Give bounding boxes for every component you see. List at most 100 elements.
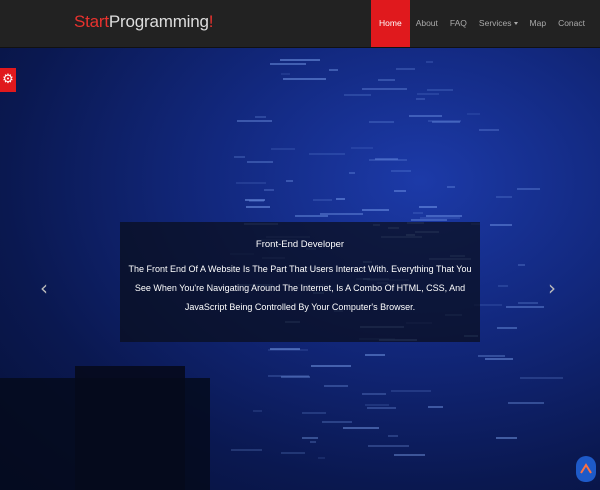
nav-services-label: Services [478,18,512,28]
code-line-decoration [285,179,294,182]
code-line-decoration [408,115,442,118]
code-line-decoration [302,437,318,440]
code-line-decoration [245,205,271,208]
code-line-decoration [413,211,423,214]
code-line-decoration [367,444,409,447]
code-line-decoration [349,171,356,174]
code-line-decoration [391,390,431,393]
chevron-down-icon [513,22,518,26]
code-line-decoration [368,120,395,123]
code-line-decoration [247,160,273,163]
code-line-decoration [361,393,386,396]
code-line-decoration [369,158,407,161]
code-line-decoration [270,63,306,66]
brand-part-exclamation: ! [208,12,214,31]
hero-description: The Front End Of A Website Is The Part T… [128,264,472,312]
code-line-decoration [280,72,290,75]
nav-home[interactable]: Home [371,0,410,47]
arrow-up-icon [580,463,592,474]
main-nav: Home About FAQ Services Map Conact [371,0,600,47]
code-line-decoration [321,421,352,424]
code-line-decoration [428,405,444,408]
code-line-decoration [362,88,407,91]
code-line-decoration [234,156,245,159]
nav-map[interactable]: Map [524,0,553,47]
code-line-decoration [294,215,328,218]
nav-contact[interactable]: Conact [552,0,600,47]
hero-title: Front-End Developer [255,239,345,250]
code-line-decoration [426,61,434,64]
code-line-decoration [253,410,263,413]
carousel-prev-icon[interactable]: ‹ [40,276,48,300]
code-line-decoration [237,119,272,122]
scroll-top-button[interactable] [576,456,596,482]
brand-part-start: Start [74,12,109,31]
code-line-decoration [484,358,514,361]
code-line-decoration [427,119,461,122]
code-line-decoration [329,69,338,71]
code-line-decoration [517,263,526,266]
code-line-decoration [281,452,305,455]
code-line-decoration [254,115,267,118]
code-line-decoration [310,440,317,443]
code-line-decoration [235,181,267,184]
code-line-decoration [281,376,310,379]
code-line-decoration [343,426,380,429]
code-line-decoration [388,435,398,438]
code-line-decoration [419,206,438,209]
code-line-decoration [519,377,563,380]
code-line-decoration [516,187,541,190]
code-line-decoration [280,59,320,62]
code-line-decoration [490,223,512,226]
code-line-decoration [323,384,349,387]
code-line-decoration [394,190,407,193]
nav-services[interactable]: Services [473,0,524,47]
code-line-decoration [318,457,325,460]
brand-logo[interactable]: StartProgramming! [74,12,213,32]
code-line-decoration [364,403,389,406]
nav-faq[interactable]: FAQ [444,0,473,47]
code-line-decoration [366,406,397,409]
code-line-decoration [498,285,508,288]
hero-dark-block [75,366,185,490]
code-line-decoration [320,212,363,215]
code-line-decoration [391,169,411,172]
code-line-decoration [496,437,518,440]
nav-about[interactable]: About [410,0,444,47]
code-line-decoration [415,97,426,100]
code-line-decoration [393,453,425,456]
code-line-decoration [344,94,371,97]
code-line-decoration [420,216,460,219]
code-line-decoration [270,147,295,150]
code-line-decoration [427,88,454,91]
code-line-decoration [497,326,518,329]
code-line-decoration [335,198,345,201]
code-line-decoration [361,208,390,211]
gear-icon[interactable]: ⚙ [0,68,16,92]
code-line-decoration [396,67,416,70]
code-line-decoration [268,349,309,352]
hero-caption: Front-End Developer The Front End Of A W… [120,222,480,342]
code-line-decoration [506,305,544,308]
code-line-decoration [467,112,480,115]
code-line-decoration [309,152,345,155]
code-line-decoration [365,353,385,356]
code-line-decoration [417,92,440,95]
code-line-decoration [479,129,499,132]
code-line-decoration [263,189,274,192]
code-line-decoration [378,78,396,81]
code-line-decoration [301,411,327,414]
code-line-decoration [410,218,448,221]
code-line-decoration [311,364,352,367]
code-line-decoration [282,78,327,81]
code-line-decoration [351,147,374,150]
code-line-decoration [518,301,538,304]
code-line-decoration [312,199,332,202]
navbar: StartProgramming! Home About FAQ Service… [0,0,600,48]
code-line-decoration [496,195,513,198]
carousel-next-icon[interactable]: › [548,276,556,300]
code-line-decoration [231,449,262,452]
code-line-decoration [270,347,300,350]
code-line-decoration [508,402,544,405]
code-line-decoration [447,185,455,188]
